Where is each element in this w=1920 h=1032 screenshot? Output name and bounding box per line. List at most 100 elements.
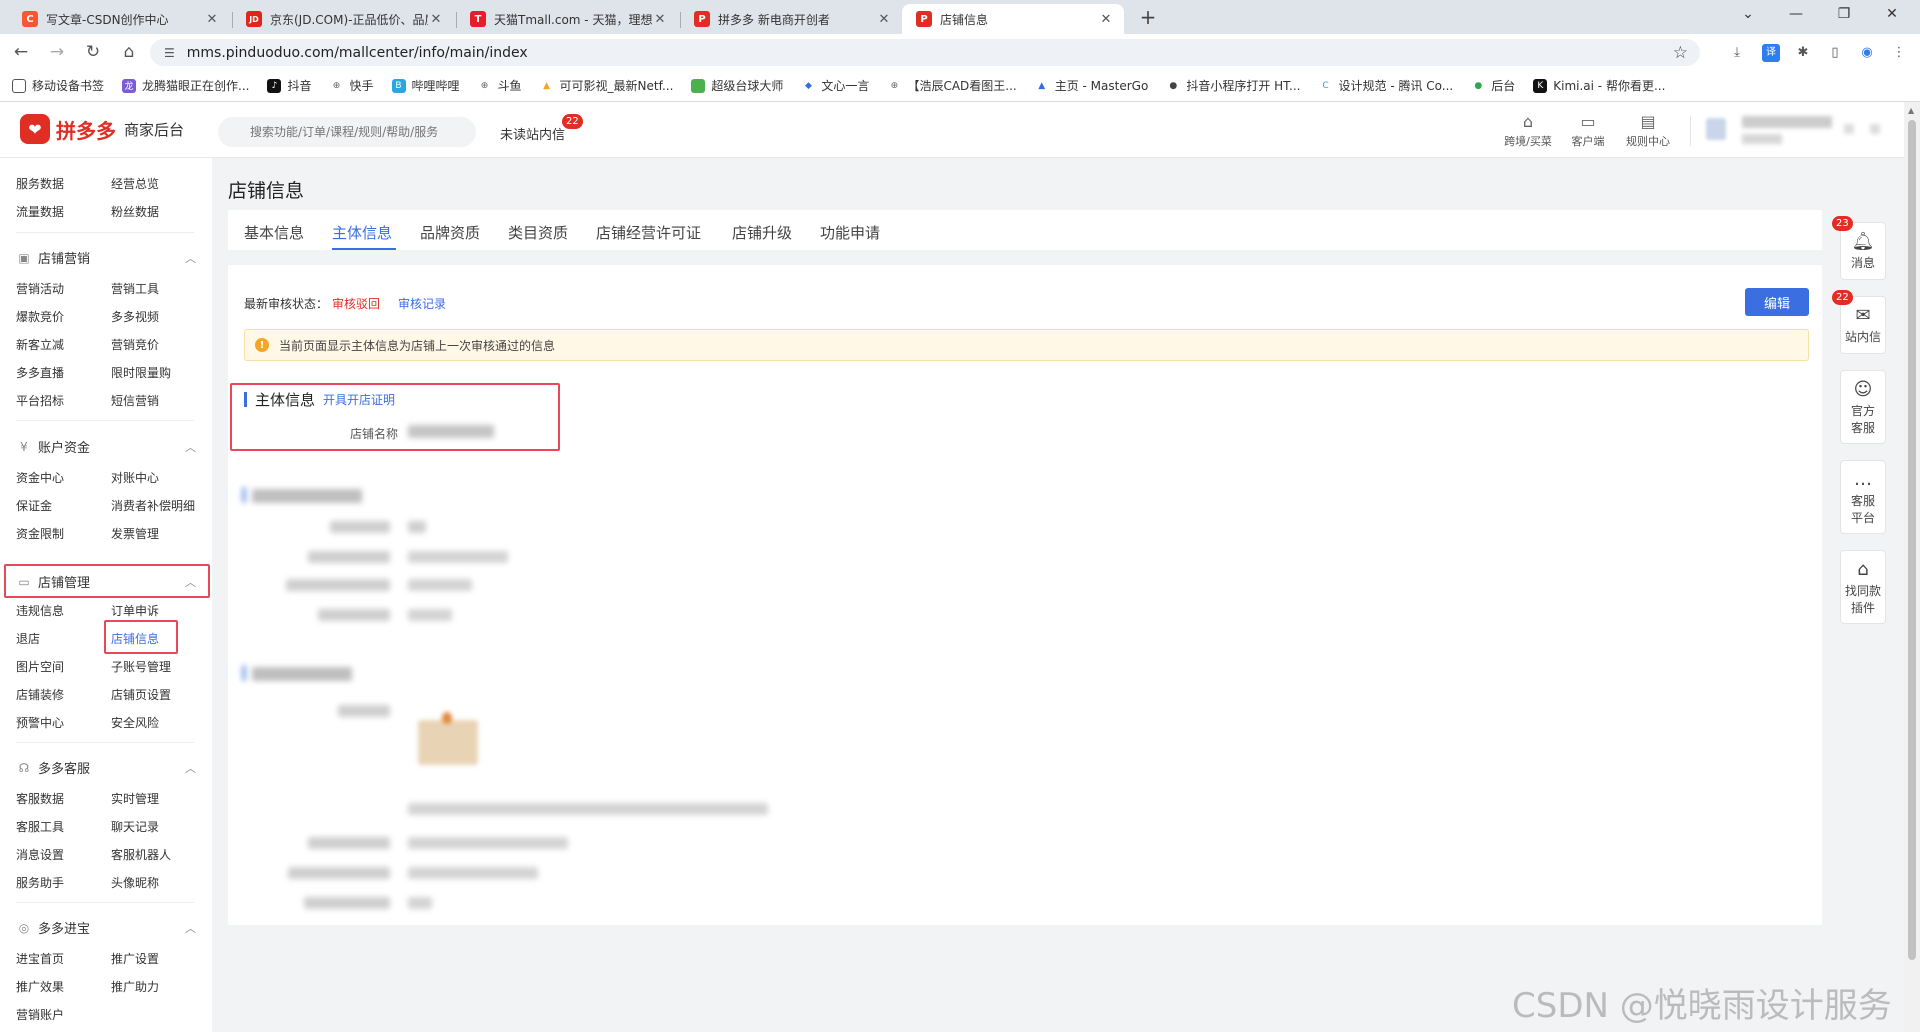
bookmark-item[interactable]: ⊕ 斗鱼 (478, 77, 522, 94)
close-icon[interactable]: ✕ (652, 12, 668, 27)
bookmark-item[interactable]: ● 后台 (1471, 77, 1515, 94)
back-icon[interactable]: ← (10, 42, 32, 64)
page-scrollbar[interactable]: ▲ (1904, 102, 1920, 1032)
sidebar-item[interactable]: 营销竞价 (111, 336, 159, 353)
extensions-icon[interactable]: ✱ (1794, 44, 1812, 62)
sidebar-item[interactable]: 头像昵称 (111, 874, 159, 891)
float-service-platform-button[interactable]: … 客服平台 (1840, 460, 1886, 534)
audit-record-link[interactable]: 审核记录 (398, 297, 446, 311)
sidebar-item[interactable]: 推广助力 (111, 978, 159, 995)
bookmark-item[interactable]: ▲ 主页 - MasterGo (1035, 77, 1148, 94)
sidebar-item[interactable]: 多多直播 (16, 364, 64, 381)
url-field[interactable]: ☰ mms.pinduoduo.com/mallcenter/info/main… (150, 39, 1700, 66)
pdd-logo[interactable]: ❤ 拼多多 商家后台 (20, 114, 184, 144)
sidebar-toggle-icon[interactable]: ▯ (1826, 44, 1844, 62)
float-official-service-button[interactable]: ☺ 官方客服 (1840, 370, 1886, 444)
sidebar-item[interactable]: 对账中心 (111, 469, 159, 486)
unread-messages-link[interactable]: 未读站内信 (500, 124, 565, 143)
download-icon[interactable]: ⤓ (1728, 44, 1746, 62)
sidebar-item[interactable]: 订单申诉 (111, 602, 159, 619)
sidebar-item[interactable]: 保证金 (16, 497, 52, 514)
tab-store-upgrade[interactable]: 店铺升级 (732, 222, 792, 243)
sidebar-group-customer-service[interactable]: ☊ 多多客服 ︿ (16, 758, 196, 778)
sidebar-item[interactable]: 资金限制 (16, 525, 64, 542)
search-input[interactable] (218, 117, 476, 147)
cross-border-tool[interactable]: ⌂ 跨境/买菜 (1500, 112, 1556, 149)
site-info-icon[interactable]: ☰ (164, 46, 175, 60)
browser-tab-store-info[interactable]: P 店铺信息 ✕ (902, 4, 1124, 34)
sidebar-group-store-management[interactable]: ▭ 店铺管理 ︿ (16, 572, 196, 592)
home-icon[interactable]: ⌂ (118, 42, 140, 64)
sidebar-item[interactable]: 推广设置 (111, 950, 159, 967)
sidebar-item[interactable]: 平台招标 (16, 392, 64, 409)
close-icon[interactable]: ✕ (204, 12, 220, 27)
sidebar-item[interactable]: 限时限量购 (111, 364, 171, 381)
sidebar-item[interactable]: 店铺装修 (16, 686, 64, 703)
sidebar-item[interactable]: 发票管理 (111, 525, 159, 542)
sidebar-item[interactable]: 爆款竞价 (16, 308, 64, 325)
bookmark-item[interactable]: 移动设备书签 (12, 77, 104, 94)
sidebar-item[interactable]: 子账号管理 (111, 658, 171, 675)
sidebar-item[interactable]: 聊天记录 (111, 818, 159, 835)
tab-entity-info[interactable]: 主体信息 (332, 222, 392, 243)
sidebar-item[interactable]: 安全风险 (111, 714, 159, 731)
translate-icon[interactable]: 译 (1762, 44, 1780, 62)
bookmark-item[interactable]: ▲ 可可影视_最新Netf... (540, 77, 673, 94)
sidebar-item[interactable]: 进宝首页 (16, 950, 64, 967)
sidebar-item[interactable]: 消费者补偿明细 (111, 497, 195, 514)
tab-category-qualification[interactable]: 类目资质 (508, 222, 568, 243)
sidebar-item[interactable]: 消息设置 (16, 846, 64, 863)
sidebar-group-funds[interactable]: ¥ 账户资金 ︿ (16, 437, 196, 457)
menu-icon[interactable]: ⋮ (1890, 44, 1908, 62)
forward-icon[interactable]: → (46, 42, 68, 64)
close-icon[interactable]: ✕ (876, 12, 892, 27)
tab-search-icon[interactable]: ⌄ (1736, 6, 1760, 22)
sidebar-item[interactable]: 推广效果 (16, 978, 64, 995)
bookmark-star-icon[interactable]: ☆ (1673, 43, 1688, 63)
sidebar-item[interactable]: 营销工具 (111, 280, 159, 297)
sidebar-item[interactable]: 实时管理 (111, 790, 159, 807)
edit-button[interactable]: 编辑 (1745, 288, 1809, 316)
sidebar-group-promotion[interactable]: ◎ 多多进宝 ︿ (16, 918, 196, 938)
browser-tab-tmall[interactable]: T 天猫Tmall.com - 天猫，理想生活上天猫 ✕ (456, 4, 678, 34)
sidebar-item[interactable]: 粉丝数据 (111, 203, 159, 220)
sidebar-item[interactable]: 客服数据 (16, 790, 64, 807)
sidebar-item[interactable]: 流量数据 (16, 203, 64, 220)
profile-icon[interactable]: ◉ (1858, 44, 1876, 62)
sidebar-item[interactable]: 店铺页设置 (111, 686, 171, 703)
client-tool[interactable]: ▭ 客户端 (1560, 112, 1616, 149)
tab-brand-qualification[interactable]: 品牌资质 (420, 222, 480, 243)
sidebar-item[interactable]: 经营总览 (111, 175, 159, 192)
sidebar-item[interactable]: 预警中心 (16, 714, 64, 731)
bookmark-item[interactable]: ⊕ 【浩辰CAD看图王... (887, 77, 1017, 94)
sidebar-item[interactable]: 多多视频 (111, 308, 159, 325)
scroll-up-icon[interactable]: ▲ (1908, 106, 1914, 115)
tab-basic-info[interactable]: 基本信息 (244, 222, 304, 243)
sidebar-item[interactable]: 营销活动 (16, 280, 64, 297)
bookmark-item[interactable]: 超级台球大师 (691, 77, 783, 94)
sidebar-item[interactable]: 退店 (16, 630, 40, 647)
scrollbar-thumb[interactable] (1908, 120, 1916, 960)
minimize-icon[interactable]: — (1784, 6, 1808, 22)
window-close-icon[interactable]: ✕ (1880, 6, 1904, 22)
browser-tab-pdd[interactable]: P 拼多多 新电商开创者 ✕ (680, 4, 902, 34)
browser-tab-jd[interactable]: JD 京东(JD.COM)-正品低价、品质保障 ✕ (232, 4, 454, 34)
sidebar-item[interactable]: 客服机器人 (111, 846, 171, 863)
bookmark-item[interactable]: ⊕ 快手 (329, 77, 374, 94)
sidebar-item[interactable]: 新客立减 (16, 336, 64, 353)
sidebar-item[interactable]: 资金中心 (16, 469, 64, 486)
close-icon[interactable]: ✕ (428, 12, 444, 27)
float-find-same-plugin-button[interactable]: ⌂ 找同款插件 (1840, 550, 1886, 624)
tab-business-license[interactable]: 店铺经营许可证 (596, 222, 701, 243)
tab-feature-apply[interactable]: 功能申请 (820, 222, 880, 243)
sidebar-item[interactable]: 服务数据 (16, 175, 64, 192)
sidebar-item[interactable]: 营销账户 (16, 1006, 64, 1023)
store-certificate-link[interactable]: 开具开店证明 (323, 391, 395, 408)
sidebar-item[interactable]: 图片空间 (16, 658, 64, 675)
avatar[interactable] (1706, 118, 1726, 140)
license-image-redacted[interactable] (408, 702, 488, 782)
close-icon[interactable]: ✕ (1098, 12, 1114, 27)
sidebar-item-store-info[interactable]: 店铺信息 (111, 630, 159, 647)
sidebar-item[interactable]: 客服工具 (16, 818, 64, 835)
bookmark-item[interactable]: K Kimi.ai - 帮你看更... (1533, 77, 1665, 94)
